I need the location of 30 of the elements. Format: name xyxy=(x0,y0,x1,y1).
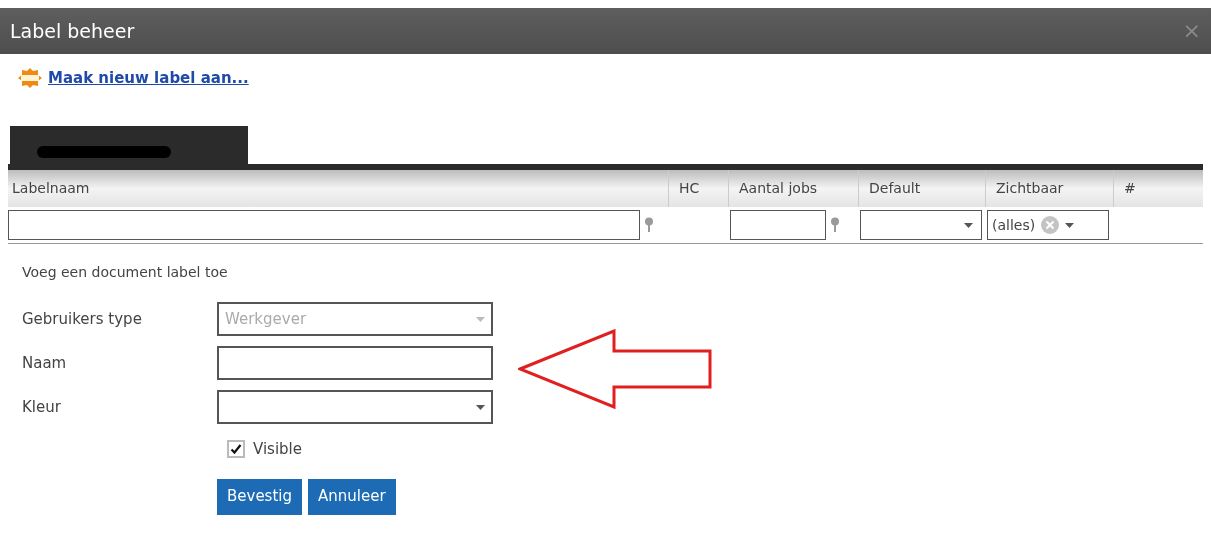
form-button[interactable]: Bevestig xyxy=(217,478,302,515)
field-label: Kleur xyxy=(22,396,62,418)
field-label: Naam xyxy=(22,352,68,374)
caret-icon xyxy=(964,222,973,228)
column-header: # xyxy=(1124,179,1136,198)
checkbox-label: Visible xyxy=(253,439,302,460)
caret-icon xyxy=(1065,222,1075,228)
column-header: Zichtbaar xyxy=(996,179,1064,198)
select-field: Werkgever xyxy=(217,302,493,336)
column-header: Labelnaam xyxy=(12,179,90,198)
filter-field[interactable] xyxy=(8,210,640,240)
column-header: HC xyxy=(679,179,700,198)
select-field[interactable] xyxy=(217,390,493,424)
caret-icon xyxy=(476,404,485,410)
caret-icon xyxy=(476,316,485,322)
input-field[interactable] xyxy=(217,346,493,380)
filter-dropdown[interactable]: (alles) xyxy=(987,210,1109,240)
field-label: Gebruikers type xyxy=(22,308,143,330)
column-header: Aantal jobs xyxy=(739,179,818,198)
pin-icon[interactable] xyxy=(644,217,654,233)
visible-checkbox[interactable] xyxy=(227,440,245,459)
form-button[interactable]: Annuleer xyxy=(308,478,396,515)
window-title: Label beheer xyxy=(10,18,135,44)
new-label-link[interactable]: Maak nieuw label aan... xyxy=(48,66,249,90)
column-header: Default xyxy=(869,179,921,198)
pin-icon[interactable] xyxy=(830,217,840,233)
filter-dropdown[interactable] xyxy=(860,210,982,240)
form-heading: Voeg een document label toe xyxy=(22,263,229,282)
new-badge-icon xyxy=(18,68,42,88)
filter-field[interactable] xyxy=(730,210,826,240)
